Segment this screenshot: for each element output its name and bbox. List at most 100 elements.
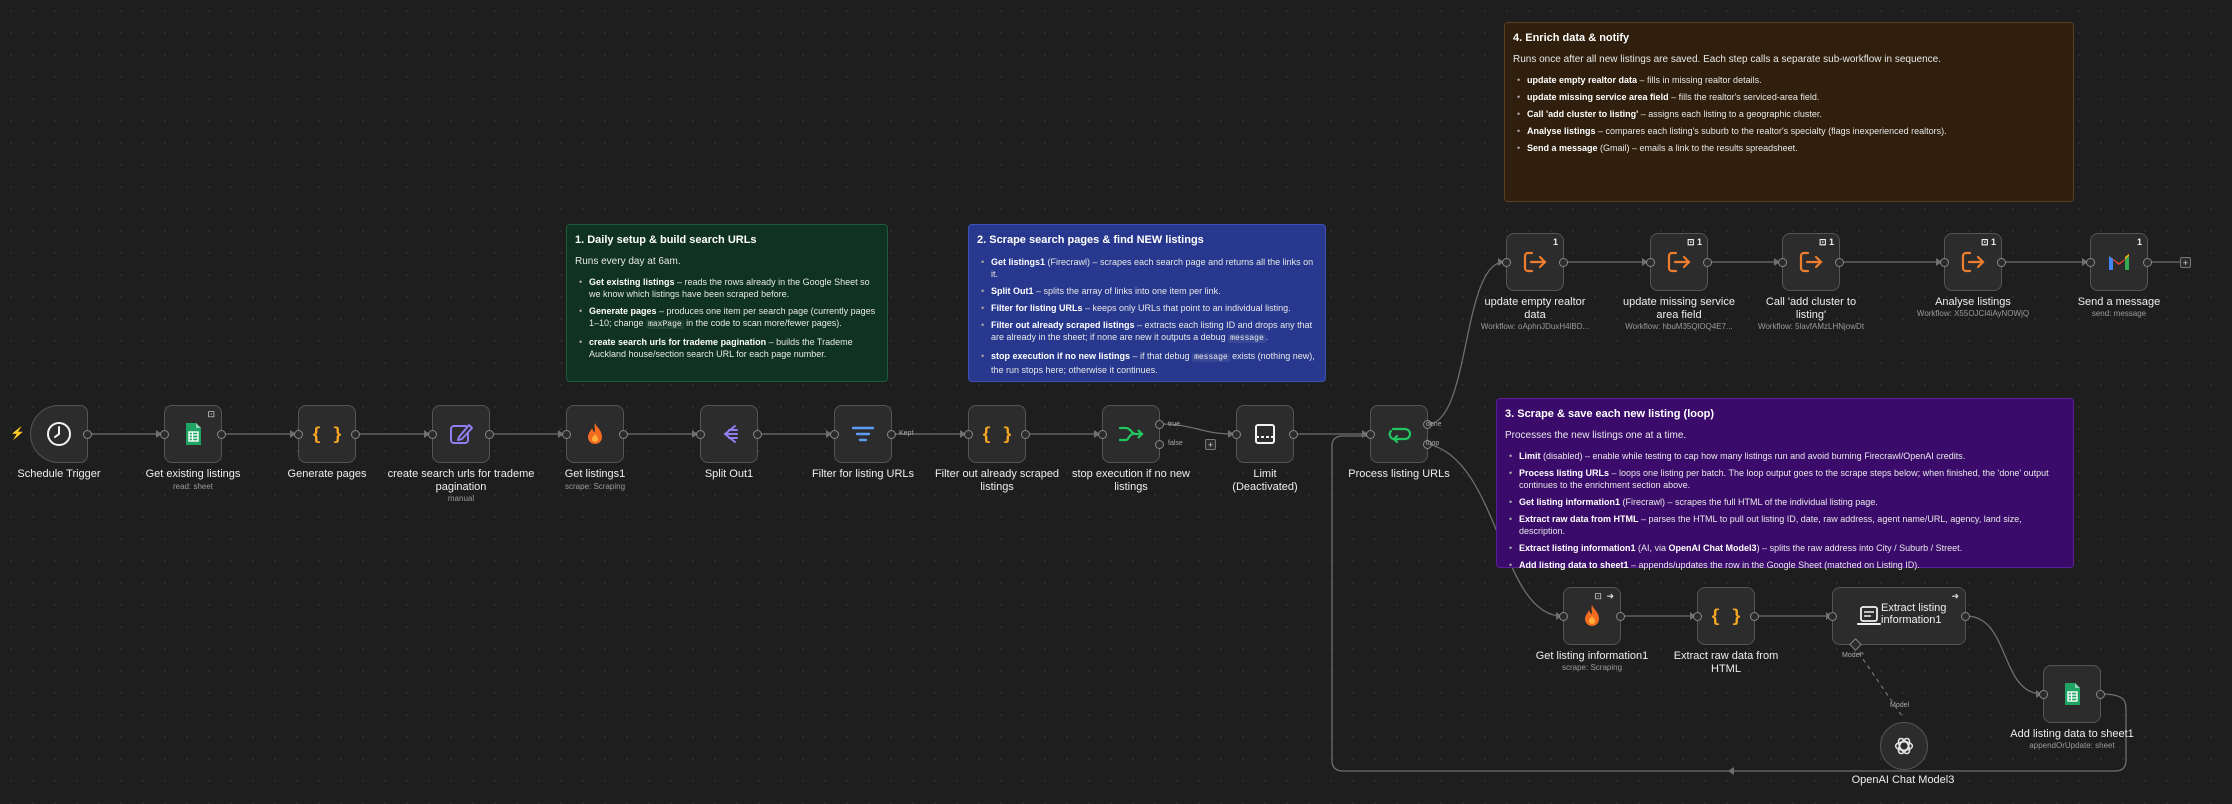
gmail-icon: [2109, 254, 2129, 270]
node-action-icons: ⊡ ➜: [1594, 591, 1615, 601]
input-port[interactable]: [696, 430, 705, 439]
input-port[interactable]: [2039, 690, 2048, 699]
execute-workflow-icon: [1523, 251, 1547, 273]
node-label: Get listing information1: [1535, 650, 1649, 662]
input-port[interactable]: [160, 430, 169, 439]
input-port[interactable]: [1502, 258, 1511, 267]
note-item: update missing service area field – fill…: [1517, 91, 2065, 103]
firecrawl-flame-icon: [588, 423, 602, 444]
input-port[interactable]: [1940, 258, 1949, 267]
run-count-badge: 1: [2136, 237, 2142, 247]
input-port[interactable]: [1232, 430, 1241, 439]
node-filter-out-scraped[interactable]: { }: [964, 405, 1030, 463]
node-extract-raw-data[interactable]: { }: [1693, 587, 1759, 645]
node-openai-chat-model3[interactable]: [1880, 722, 1928, 770]
note-list: Get listings1 (Firecrawl) – scrapes each…: [977, 256, 1317, 376]
firecrawl-flame-icon: [1585, 605, 1599, 626]
node-send-a-message[interactable]: 1: [2086, 233, 2152, 291]
output-port[interactable]: [217, 430, 226, 439]
input-port[interactable]: [1828, 612, 1837, 621]
note-title: 2. Scrape search pages & find NEW listin…: [977, 234, 1204, 246]
node-call-add-cluster[interactable]: ⊡ 1: [1778, 233, 1844, 291]
node-process-listing-urls[interactable]: [1366, 405, 1432, 463]
note-item: update empty realtor data – fills in mis…: [1517, 74, 2065, 86]
node-schedule-trigger[interactable]: [30, 405, 92, 463]
output-port[interactable]: [351, 430, 360, 439]
node-label: update missing service area field: [1623, 296, 1735, 321]
node-update-empty-realtor-data[interactable]: 1: [1502, 233, 1568, 291]
add-node-button[interactable]: +: [2180, 257, 2191, 268]
sticky-note-enrich[interactable]: 4. Enrich data & notify Runs once after …: [1504, 22, 2074, 202]
workflow-canvas[interactable]: 1. Daily setup & build search URLs Runs …: [0, 0, 2232, 804]
svg-text:{ }: { }: [983, 424, 1011, 445]
openai-icon: [1894, 737, 1914, 755]
input-port[interactable]: [964, 430, 973, 439]
pin-icon: ⊡: [1818, 237, 1829, 247]
output-port[interactable]: [1021, 430, 1030, 439]
output-port[interactable]: [83, 430, 92, 439]
node-label: Extract listing information1: [1881, 602, 1947, 626]
note-item: stop execution if no new listings – if t…: [981, 350, 1317, 376]
input-port[interactable]: [562, 430, 571, 439]
sticky-note-scrape[interactable]: 2. Scrape search pages & find NEW listin…: [968, 224, 1326, 382]
node-stop-execution[interactable]: [1098, 405, 1164, 463]
node-limit[interactable]: [1232, 405, 1298, 463]
node-label: Process listing URLs: [1348, 468, 1450, 480]
output-port[interactable]: [619, 430, 628, 439]
output-port[interactable]: [1750, 612, 1759, 621]
run-count-badge: ⊡ 1: [1686, 237, 1702, 247]
note-item: Send a message (Gmail) – emails a link t…: [1517, 142, 2065, 154]
output-port[interactable]: [1289, 430, 1298, 439]
svg-text:{ }: { }: [313, 424, 341, 445]
node-get-listings1[interactable]: [562, 405, 628, 463]
run-count-badge: ⊡ 1: [1818, 237, 1834, 247]
output-port[interactable]: [1703, 258, 1712, 267]
node-analyse-listings[interactable]: ⊡ 1: [1940, 233, 2006, 291]
input-port[interactable]: [1559, 612, 1568, 621]
output-port[interactable]: [1616, 612, 1625, 621]
output-port[interactable]: [485, 430, 494, 439]
output-port[interactable]: [887, 430, 896, 439]
input-port[interactable]: [830, 430, 839, 439]
edge-label-true: true: [1168, 421, 1181, 428]
output-port[interactable]: [1559, 258, 1568, 267]
input-port[interactable]: [1693, 612, 1702, 621]
node-subtitle: send: message: [2091, 309, 2147, 318]
input-port[interactable]: [428, 430, 437, 439]
input-port[interactable]: [294, 430, 303, 439]
sticky-note-setup[interactable]: 1. Daily setup & build search URLs Runs …: [566, 224, 888, 382]
execute-workflow-icon: [1667, 251, 1691, 273]
note-item: Filter for listing URLs – keeps only URL…: [981, 302, 1317, 314]
add-node-button[interactable]: +: [1205, 439, 1216, 450]
node-get-listing-information1[interactable]: ⊡ ➜: [1559, 587, 1625, 645]
output-port[interactable]: [753, 430, 762, 439]
output-port-true[interactable]: [1155, 420, 1164, 429]
note-item: Get listings1 (Firecrawl) – scrapes each…: [981, 256, 1317, 280]
execute-workflow-icon: [1961, 251, 1985, 273]
node-label: Add listing data to sheet1: [2010, 728, 2134, 740]
input-port[interactable]: [1366, 430, 1375, 439]
node-label: OpenAI Chat Model3: [1851, 774, 1955, 786]
output-port-false[interactable]: [1155, 440, 1164, 449]
input-port[interactable]: [2086, 258, 2095, 267]
node-get-existing-listings[interactable]: ⊡: [160, 405, 226, 463]
output-port[interactable]: [1835, 258, 1844, 267]
sticky-note-loop[interactable]: 3. Scrape & save each new listing (loop)…: [1496, 398, 2074, 571]
edge-label-model-port: Model*: [1842, 652, 1864, 659]
node-split-out1[interactable]: [696, 405, 762, 463]
output-port[interactable]: [2096, 690, 2105, 699]
input-port[interactable]: [1098, 430, 1107, 439]
node-create-search-urls[interactable]: [428, 405, 494, 463]
node-label: Schedule Trigger: [17, 468, 101, 480]
input-port[interactable]: [1646, 258, 1655, 267]
node-filter-listing-urls[interactable]: [830, 405, 896, 463]
input-port[interactable]: [1778, 258, 1787, 267]
node-generate-pages[interactable]: { }: [294, 405, 360, 463]
node-add-listing-data-to-sheet1[interactable]: [2039, 665, 2105, 723]
node-extract-listing-information1[interactable]: ➜ Extract listing information1: [1828, 587, 1970, 651]
node-update-missing-service-area[interactable]: ⊡ 1: [1646, 233, 1712, 291]
output-port[interactable]: [1997, 258, 2006, 267]
output-port[interactable]: [2143, 258, 2152, 267]
note-item: Analyse listings – compares each listing…: [1517, 125, 2065, 137]
output-port[interactable]: [1961, 612, 1970, 621]
